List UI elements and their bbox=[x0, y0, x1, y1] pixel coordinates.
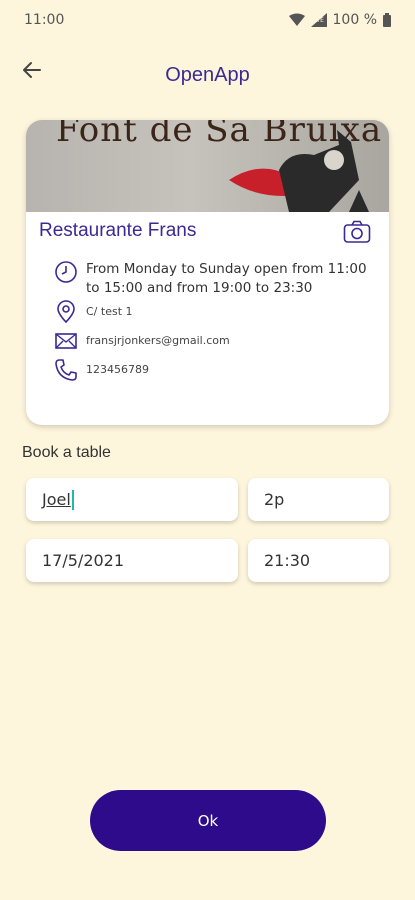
phone-icon bbox=[55, 359, 77, 381]
clock-icon bbox=[55, 261, 77, 283]
svg-text:LTE: LTE bbox=[314, 17, 324, 24]
battery-percent: 100 % bbox=[332, 12, 377, 28]
restaurant-card: Font de Sa Bruixa Restaurante Frans From… bbox=[26, 120, 389, 425]
location-pin-icon bbox=[57, 300, 75, 324]
address: C/ test 1 bbox=[86, 305, 133, 318]
address-row: C/ test 1 bbox=[54, 300, 133, 324]
time-input[interactable]: 21:30 bbox=[248, 539, 389, 582]
hours-row: From Monday to Sunday open from 11:00 to… bbox=[54, 260, 371, 298]
status-bar: 11:00 LTE 100 % bbox=[0, 0, 415, 40]
date-input-value: 17/5/2021 bbox=[42, 551, 125, 570]
battery-icon bbox=[383, 13, 391, 27]
wifi-icon bbox=[288, 13, 305, 26]
ok-button-label: Ok bbox=[197, 811, 219, 830]
time-input-value: 21:30 bbox=[264, 551, 311, 570]
book-table-label: Book a table bbox=[22, 444, 111, 461]
witch-illustration bbox=[229, 130, 369, 212]
camera-icon bbox=[343, 220, 371, 243]
phone-row: 123456789 bbox=[54, 358, 149, 382]
phone-number: 123456789 bbox=[86, 363, 149, 376]
signal-icon: LTE bbox=[310, 13, 327, 27]
date-input[interactable]: 17/5/2021 bbox=[26, 539, 238, 582]
app-title: OpenApp bbox=[165, 64, 250, 86]
restaurant-photo: Font de Sa Bruixa bbox=[26, 120, 389, 212]
status-time: 11:00 bbox=[24, 12, 65, 28]
people-input[interactable]: 2p bbox=[248, 478, 389, 521]
name-input[interactable]: Joel bbox=[26, 478, 238, 521]
ok-button[interactable]: Ok bbox=[90, 790, 326, 851]
text-cursor bbox=[71, 489, 74, 510]
opening-hours: From Monday to Sunday open from 11:00 to… bbox=[86, 261, 367, 296]
email-row: fransjrjonkers@gmail.com bbox=[54, 329, 230, 353]
camera-button[interactable] bbox=[343, 220, 373, 246]
restaurant-name: Restaurante Frans bbox=[39, 220, 197, 241]
people-input-value: 2p bbox=[264, 490, 285, 509]
app-bar: OpenApp bbox=[0, 50, 415, 106]
email: fransjrjonkers@gmail.com bbox=[86, 334, 230, 347]
mail-icon bbox=[55, 333, 77, 349]
status-icons: LTE 100 % bbox=[288, 12, 391, 28]
name-input-value: Joel bbox=[42, 490, 71, 509]
